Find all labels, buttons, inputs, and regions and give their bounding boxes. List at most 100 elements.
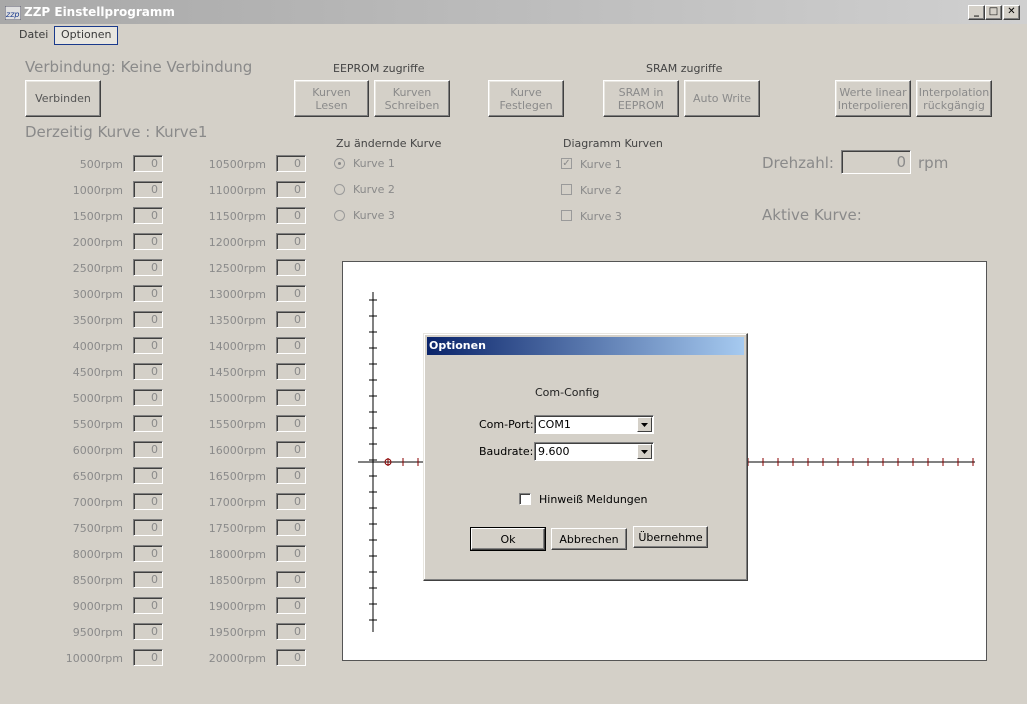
rpm-left-value-field[interactable]: 0 [133, 545, 163, 562]
rpm-left-label: 4000rpm [72, 340, 123, 353]
diagram-curve-2-label: Kurve 2 [580, 184, 622, 197]
rpm-left-label: 2000rpm [72, 236, 123, 249]
rpm-right-label: 17000rpm [208, 496, 266, 509]
dialog-title[interactable]: Optionen [427, 337, 744, 355]
interpolate-linear-label-1: Werte linear [839, 85, 907, 99]
rpm-right-value-field[interactable]: 0 [276, 337, 306, 354]
connect-button[interactable]: Verbinden [25, 80, 101, 117]
rpm-left-value-field[interactable]: 0 [133, 389, 163, 406]
rpm-left-value-field[interactable]: 0 [133, 207, 163, 224]
speed-label: Drehzahl: [762, 154, 834, 172]
undo-interpolation-label-2: rückgängig [923, 98, 985, 112]
rpm-left-value-field[interactable]: 0 [133, 415, 163, 432]
apply-button[interactable]: Übernehme [633, 526, 708, 548]
rpm-right-value-field[interactable]: 0 [276, 493, 306, 510]
title-bar[interactable]: zzp ZZP Einstellprogramm _ □ ✕ [0, 0, 1027, 24]
interpolate-linear-label-2: Interpolieren [837, 98, 909, 112]
undo-interpolation-button[interactable]: Interpolation rückgängig [916, 80, 992, 117]
rpm-right-value-field[interactable]: 0 [276, 207, 306, 224]
read-curves-button[interactable]: Kurven Lesen [294, 80, 369, 117]
write-curves-button[interactable]: Kurven Schreiben [374, 80, 450, 117]
rpm-left-value-field[interactable]: 0 [133, 181, 163, 198]
baudrate-value: 9.600 [538, 445, 570, 458]
rpm-right-value-field[interactable]: 0 [276, 623, 306, 640]
rpm-left-label: 6000rpm [72, 444, 123, 457]
rpm-left-value-field[interactable]: 0 [133, 363, 163, 380]
auto-write-button[interactable]: Auto Write [684, 80, 760, 117]
rpm-right-value-field[interactable]: 0 [276, 441, 306, 458]
rpm-right-label: 12000rpm [208, 236, 266, 249]
maximize-icon: □ [988, 6, 999, 17]
edit-curve-radio-1-label: Kurve 1 [353, 157, 395, 170]
rpm-right-label: 18000rpm [208, 548, 266, 561]
rpm-left-value-field[interactable]: 0 [133, 493, 163, 510]
rpm-left-value-field[interactable]: 0 [133, 571, 163, 588]
write-curves-label-1: Kurven [392, 85, 432, 99]
rpm-left-value-field[interactable]: 0 [133, 259, 163, 276]
close-icon: ✕ [1007, 6, 1016, 17]
rpm-right-value-field[interactable]: 0 [276, 649, 306, 666]
minimize-icon: _ [974, 6, 979, 17]
set-curve-button[interactable]: Kurve Festlegen [488, 80, 564, 117]
rpm-right-value-field[interactable]: 0 [276, 571, 306, 588]
checkbox-icon [561, 210, 572, 221]
radio-icon [334, 184, 345, 195]
edit-curve-radio-3-label: Kurve 3 [353, 209, 395, 222]
ok-button[interactable]: Ok [470, 527, 546, 551]
sram-to-eeprom-button[interactable]: SRAM in EEPROM [603, 80, 679, 117]
checkbox-checked-icon: ✓ [561, 158, 572, 169]
read-curves-label-1: Kurven [312, 85, 351, 99]
rpm-right-value-field[interactable]: 0 [276, 467, 306, 484]
rpm-left-value-field[interactable]: 0 [133, 311, 163, 328]
rpm-right-value-field[interactable]: 0 [276, 181, 306, 198]
rpm-right-value-field[interactable]: 0 [276, 415, 306, 432]
rpm-left-value-field[interactable]: 0 [133, 597, 163, 614]
rpm-left-value-field[interactable]: 0 [133, 519, 163, 536]
edit-curve-title: Zu ändernde Kurve [336, 137, 442, 150]
rpm-left-label: 3500rpm [72, 314, 123, 327]
radio-icon [334, 210, 345, 221]
checkbox-icon [561, 184, 572, 195]
rpm-left-label: 5500rpm [72, 418, 123, 431]
rpm-right-value-field[interactable]: 0 [276, 285, 306, 302]
rpm-left-value-field[interactable]: 0 [133, 155, 163, 172]
rpm-left-value-field[interactable]: 0 [133, 337, 163, 354]
chevron-down-icon[interactable] [637, 444, 652, 459]
chevron-down-icon[interactable] [637, 417, 652, 432]
options-dialog: Optionen Com-Config Com-Port: COM1 Baudr… [423, 333, 748, 581]
rpm-right-label: 19000rpm [208, 600, 266, 613]
close-button[interactable]: ✕ [1003, 5, 1020, 20]
rpm-right-value-field[interactable]: 0 [276, 389, 306, 406]
rpm-right-value-field[interactable]: 0 [276, 519, 306, 536]
rpm-left-value-field[interactable]: 0 [133, 649, 163, 666]
rpm-left-label: 9000rpm [72, 600, 123, 613]
rpm-left-label: 10000rpm [65, 652, 123, 665]
rpm-left-value-field[interactable]: 0 [133, 233, 163, 250]
rpm-right-value-field[interactable]: 0 [276, 155, 306, 172]
apply-label: Übernehme [638, 530, 703, 544]
rpm-left-label: 4500rpm [72, 366, 123, 379]
rpm-right-value-field[interactable]: 0 [276, 259, 306, 276]
menu-optionen[interactable]: Optionen [54, 26, 119, 45]
maximize-button[interactable]: □ [985, 5, 1002, 20]
rpm-right-value-field[interactable]: 0 [276, 597, 306, 614]
menu-datei[interactable]: Datei [13, 26, 54, 43]
baudrate-select[interactable]: 9.600 [534, 442, 654, 461]
rpm-right-value-field[interactable]: 0 [276, 545, 306, 562]
minimize-button[interactable]: _ [968, 5, 985, 20]
checkbox-icon [519, 493, 531, 505]
rpm-right-value-field[interactable]: 0 [276, 363, 306, 380]
rpm-left-label: 8500rpm [72, 574, 123, 587]
rpm-left-value-field[interactable]: 0 [133, 285, 163, 302]
cancel-button[interactable]: Abbrechen [551, 528, 627, 550]
rpm-left-value-field[interactable]: 0 [133, 441, 163, 458]
rpm-left-value-field[interactable]: 0 [133, 467, 163, 484]
rpm-right-value-field[interactable]: 0 [276, 233, 306, 250]
com-port-select[interactable]: COM1 [534, 415, 654, 434]
interpolate-linear-button[interactable]: Werte linear Interpolieren [835, 80, 911, 117]
rpm-left-label: 5000rpm [72, 392, 123, 405]
rpm-left-value-field[interactable]: 0 [133, 623, 163, 640]
sram-to-eeprom-label-1: SRAM in [618, 85, 664, 99]
rpm-left-label: 1500rpm [72, 210, 123, 223]
rpm-right-value-field[interactable]: 0 [276, 311, 306, 328]
